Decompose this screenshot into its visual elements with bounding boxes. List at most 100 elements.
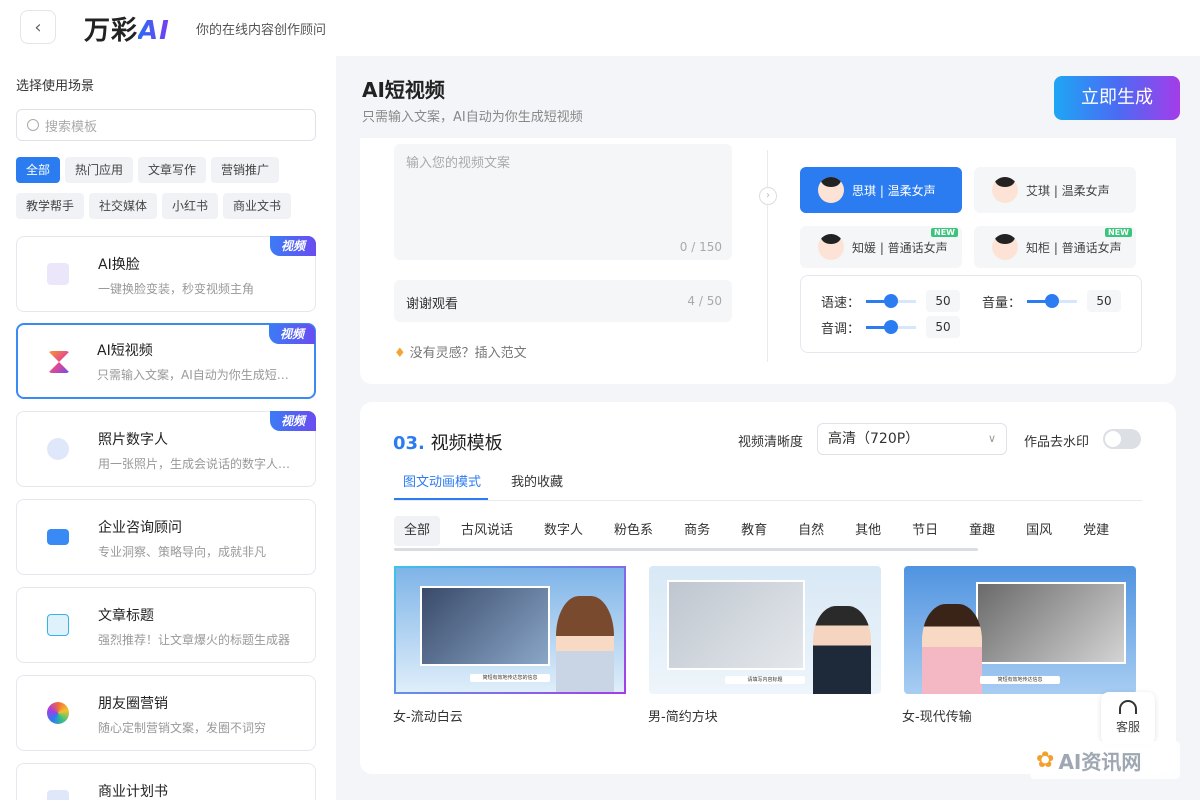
avatar-figure [813, 606, 871, 694]
watermark-toggle[interactable] [1103, 429, 1141, 449]
scene-card-moments[interactable]: 朋友圈营销 随心定制营销文案，发圈不词穷 [16, 675, 316, 751]
chip-all[interactable]: 全部 [16, 157, 61, 183]
cat-other[interactable]: 其他 [845, 516, 891, 546]
avatar-figure [922, 604, 982, 694]
chip-teaching[interactable]: 教学帮手 [16, 193, 85, 219]
chip-xiaohongshu[interactable]: 小红书 [162, 193, 219, 219]
chip-hot[interactable]: 热门应用 [65, 157, 134, 183]
search-placeholder: 搜索模板 [45, 119, 98, 135]
closing-line-input[interactable]: 谢谢观看 4 / 50 [394, 280, 732, 322]
tab-animation-mode[interactable]: 图文动画模式 [403, 471, 481, 490]
scene-card-photo-avatar[interactable]: 照片数字人 用一张照片，生成会说话的数字人视频 视频 [16, 411, 316, 487]
template-thumbnail-cloud[interactable]: 简短有效地传达您的信息 [394, 566, 626, 694]
business-plan-icon [47, 790, 69, 800]
search-input[interactable]: 搜索模板 [16, 109, 316, 141]
tab-divider [394, 500, 1142, 501]
short-video-icon [48, 351, 70, 373]
category-scrollbar[interactable] [394, 548, 978, 551]
sidebar-title: 选择使用场景 [16, 79, 95, 94]
voice-option-zhiyuan[interactable]: 知媛 | 普通话女声 NEW [800, 226, 962, 268]
chip-business[interactable]: 商业文书 [223, 193, 292, 219]
cat-business[interactable]: 商务 [674, 516, 720, 546]
voice-option-aiqi[interactable]: 艾琪 | 温柔女声 [974, 167, 1136, 213]
chevron-left-icon: ‹ [34, 16, 42, 38]
avatar [992, 234, 1018, 260]
chevron-right-icon: › [759, 187, 777, 205]
new-badge: NEW [931, 228, 958, 237]
chevron-down-icon: ∨ [987, 432, 996, 445]
site-watermark: ✿ AI资讯网 [1030, 741, 1180, 779]
cat-festival[interactable]: 节日 [902, 516, 948, 546]
template-label: 女-流动白云 [393, 710, 463, 725]
cat-guofeng[interactable]: 国风 [1016, 516, 1062, 546]
voice-settings [800, 275, 1142, 353]
video-badge: 视频 [269, 324, 315, 344]
speed-control: 语速： 50 [821, 290, 961, 312]
char-counter: 4 / 50 [687, 294, 722, 308]
tab-favorites[interactable]: 我的收藏 [511, 471, 563, 490]
speed-value[interactable]: 50 [926, 290, 961, 312]
template-thumbnail-modern[interactable]: 简短有效地传达信息 [904, 566, 1136, 694]
customer-service-button[interactable]: 客服 [1101, 692, 1155, 744]
sidebar: 选择使用场景 搜索模板 全部 热门应用 文章写作 营销推广教学帮手 社交媒体 小红书 商业文… [0, 56, 336, 800]
logo: 万彩AI [84, 16, 170, 46]
section-title: 03. 视频模板 [393, 433, 503, 454]
cat-kids[interactable]: 童趣 [959, 516, 1005, 546]
new-badge: NEW [1105, 228, 1132, 237]
resolution-label: 视频清晰度 [738, 435, 804, 450]
avatar [818, 177, 844, 203]
char-counter: 0 / 150 [679, 240, 722, 254]
voice-option-siqi[interactable]: 思琪 | 温柔女声 [800, 167, 962, 213]
cat-ancient[interactable]: 古风说话 [451, 516, 523, 546]
video-badge: 视频 [270, 236, 316, 256]
consultant-icon [47, 529, 69, 545]
thumbnail-screen [667, 580, 805, 670]
voice-option-zhigui[interactable]: 知柜 | 普通话女声 NEW [974, 226, 1136, 268]
volume-value[interactable]: 50 [1087, 290, 1122, 312]
scene-card-business-plan[interactable]: 商业计划书 [16, 763, 316, 800]
cat-education[interactable]: 教育 [731, 516, 777, 546]
chip-writing[interactable]: 文章写作 [138, 157, 207, 183]
scene-card-short-video[interactable]: AI短视频 只需输入文案，AI自动为你生成短视频 视频 [16, 323, 316, 399]
template-thumbnail-square[interactable]: 请填写内容标题 [649, 566, 881, 694]
script-textarea[interactable]: 输入您的视频文案 0 / 150 [394, 144, 732, 260]
generate-button[interactable]: 立即生成 [1054, 76, 1180, 120]
watermark-label: 作品去水印 [1024, 435, 1090, 450]
divider [767, 150, 768, 362]
avatar [992, 177, 1018, 203]
active-tab-indicator [394, 498, 488, 500]
volume-control: 音量： 50 [982, 290, 1122, 312]
cat-all[interactable]: 全部 [394, 516, 441, 546]
cat-nature[interactable]: 自然 [788, 516, 834, 546]
page-subtitle: 只需输入文案，AI自动为你生成短视频 [362, 110, 583, 125]
cat-digital-human[interactable]: 数字人 [534, 516, 593, 546]
top-header: ‹ 万彩AI 你的在线内容创作顾问 [0, 0, 1200, 56]
cat-party[interactable]: 党建 [1073, 516, 1119, 546]
cat-pink[interactable]: 粉色系 [604, 516, 663, 546]
insert-sample-link[interactable]: ♦ 没有灵感？插入范文 [394, 342, 527, 361]
pitch-value[interactable]: 50 [926, 316, 961, 338]
category-chips: 全部 热门应用 文章写作 营销推广教学帮手 社交媒体 小红书 商业文书 [16, 157, 326, 229]
scene-card-consultant[interactable]: 企业咨询顾问 专业洞察、策略导向，成就非凡 [16, 499, 316, 575]
volume-slider[interactable] [1027, 293, 1078, 308]
resolution-select[interactable]: 高清（720P） ∨ [817, 423, 1007, 455]
bulb-icon: ♦ [394, 346, 406, 361]
scene-card-face-swap[interactable]: AI换脸 一键换脸变装，秒变视频主角 视频 [16, 236, 316, 312]
video-badge: 视频 [270, 411, 316, 431]
pitch-slider[interactable] [866, 319, 917, 334]
thumbnail-screen [976, 582, 1126, 664]
speed-slider[interactable] [866, 293, 917, 308]
avatar [818, 234, 844, 260]
thumbnail-screen [420, 586, 550, 666]
back-button[interactable]: ‹ [20, 10, 56, 44]
chip-marketing[interactable]: 营销推广 [211, 157, 280, 183]
search-icon [27, 119, 39, 131]
face-swap-icon [47, 263, 69, 285]
chip-social[interactable]: 社交媒体 [89, 193, 158, 219]
avatar-figure [556, 596, 614, 692]
scene-card-article-title[interactable]: 文章标题 强烈推荐！让文章爆火的标题生成器 [16, 587, 316, 663]
title-icon [47, 614, 69, 636]
aperture-icon [47, 702, 69, 724]
flower-logo-icon: ✿ [1036, 747, 1055, 773]
page-title: AI短视频 [362, 78, 445, 102]
